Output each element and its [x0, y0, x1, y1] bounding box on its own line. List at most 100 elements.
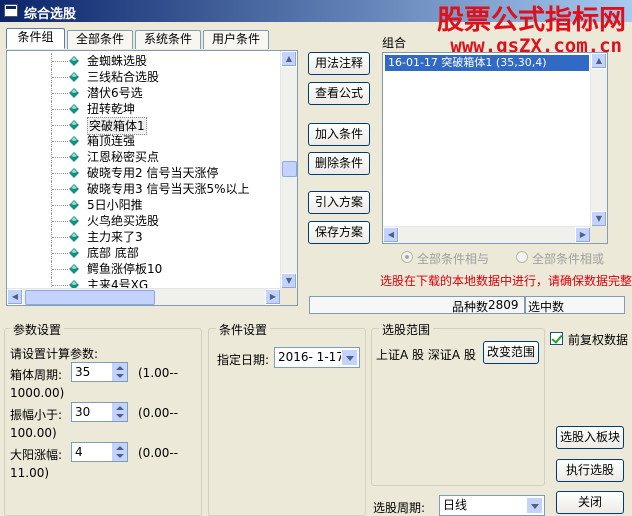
amplitude-range: (0.00--: [138, 406, 179, 420]
scroll-up-icon[interactable]: ▲: [591, 53, 607, 69]
period-value: 日线: [443, 498, 468, 512]
tree-list: 金蜘蛛选股 三线粘合选股 潜伏6号选 扭转乾坤 突破箱体1 箱顶连强 江恩秘密买点 破晓专用2…: [7, 51, 281, 289]
formula-gem-icon: [69, 184, 79, 194]
period-label: 选股周期:: [373, 501, 426, 515]
tree-item-label: 金蜘蛛选股: [87, 54, 148, 68]
tab-condition-group[interactable]: 条件组: [6, 28, 65, 49]
formula-gem-icon: [69, 120, 79, 130]
formula-gem-icon: [69, 152, 79, 162]
formula-gem-icon: [69, 200, 79, 210]
big-yang-spinner[interactable]: [111, 443, 127, 461]
restore-rights-checkbox[interactable]: [550, 332, 563, 345]
selected-count-label: 选中数: [528, 300, 565, 314]
scroll-down-icon[interactable]: ▼: [591, 211, 607, 227]
tree-item-label: 江恩秘密买点: [87, 150, 160, 164]
scroll-right-icon[interactable]: ▶: [575, 227, 591, 243]
add-condition-button[interactable]: 加入条件: [308, 123, 370, 146]
combo-horizontal-scrollbar[interactable]: ◀ ▶: [383, 226, 591, 243]
formula-gem-icon: [69, 264, 79, 274]
select-to-block-button[interactable]: 选股入板块: [556, 426, 624, 449]
params-title: 参数设置: [10, 321, 65, 338]
formula-gem-icon: [69, 136, 79, 146]
restore-rights-label: 前复权数据: [568, 333, 629, 347]
formula-gem-icon: [69, 72, 79, 82]
scroll-down-icon[interactable]: ▼: [281, 273, 297, 289]
box-period-spinner[interactable]: [111, 363, 127, 381]
condition-title: 条件设置: [216, 321, 271, 338]
delete-condition-button[interactable]: 删除条件: [308, 152, 370, 175]
combo-list-item[interactable]: 16-01-17 突破箱体1 (35,30,4): [385, 55, 589, 71]
all-and-label: 全部条件相与: [417, 252, 490, 266]
tree-item-label: 潜伏6号选: [87, 86, 143, 100]
tree-item-label: 主力来了3: [87, 230, 143, 244]
date-value: 2016- 1-17: [278, 350, 344, 364]
formula-gem-icon: [69, 56, 79, 66]
tree-item-label: 火鸟绝买选股: [87, 214, 160, 228]
range-title: 选股范围: [379, 321, 434, 338]
scroll-right-icon[interactable]: ▶: [265, 289, 281, 305]
formula-gem-icon: [69, 248, 79, 258]
formula-gem-icon: [69, 168, 79, 178]
usage-notes-button[interactable]: 用法注释: [308, 52, 370, 75]
combo-list[interactable]: 16-01-17 突破箱体1 (35,30,4) ▲ ▼ ◀ ▶: [382, 52, 608, 244]
tab-system-conditions[interactable]: 系统条件: [135, 30, 201, 49]
scroll-up-icon[interactable]: ▲: [281, 51, 297, 67]
scroll-thumb-horizontal[interactable]: [25, 290, 155, 305]
period-select[interactable]: 日线: [439, 495, 545, 516]
tree-item-label: 破晓专用3 信号当天涨5%以上: [87, 182, 250, 196]
tab-all-conditions[interactable]: 全部条件: [67, 30, 133, 49]
change-range-button[interactable]: 改变范围: [483, 341, 539, 364]
tree-item-label: 5日小阳推: [87, 198, 143, 212]
chevron-down-icon[interactable]: [341, 349, 358, 366]
formula-gem-icon: [69, 104, 79, 114]
variety-count-label: 品种数: [452, 300, 489, 314]
tree-horizontal-scrollbar[interactable]: ◀ ▶: [7, 288, 281, 305]
save-scheme-button[interactable]: 保存方案: [308, 221, 370, 244]
big-yang-range-end: 11.00): [10, 466, 50, 480]
range-text: 上证A 股 深证A 股: [376, 348, 476, 362]
scroll-thumb[interactable]: [282, 161, 297, 177]
scroll-left-icon[interactable]: ◀: [7, 289, 23, 305]
amplitude-label: 振幅小于:: [10, 408, 63, 422]
amplitude-spinner[interactable]: [111, 403, 127, 421]
scroll-corner: [590, 226, 607, 243]
date-picker[interactable]: 2016- 1-17: [274, 347, 360, 368]
watermark-site-name: 股票公式指标网: [437, 5, 626, 36]
tree-item-label: 鳄鱼涨停板10: [87, 262, 163, 276]
tree-item-label: 三线粘合选股: [87, 70, 160, 84]
condition-tree[interactable]: 金蜘蛛选股 三线粘合选股 潜伏6号选 扭转乾坤 突破箱体1 箱顶连强 江恩秘密买点 破晓专用2…: [6, 50, 298, 306]
all-or-radio[interactable]: [516, 251, 528, 263]
formula-gem-icon: [69, 216, 79, 226]
data-notice: 选股在下载的本地数据中进行，请确保数据完整: [380, 274, 632, 288]
box-period-range-end: 1000.00): [10, 386, 65, 400]
formula-gem-icon: [69, 88, 79, 98]
tree-item-label: 扭转乾坤: [87, 102, 136, 116]
date-label: 指定日期:: [217, 353, 270, 367]
scroll-left-icon[interactable]: ◀: [383, 227, 399, 243]
run-select-button[interactable]: 执行选股: [556, 459, 624, 482]
box-period-label: 箱体周期:: [10, 368, 63, 382]
variety-count-value: 2809: [488, 298, 519, 312]
box-period-range: (1.00--: [138, 366, 179, 380]
all-or-label: 全部条件相或: [532, 252, 605, 266]
view-formula-button[interactable]: 查看公式: [308, 82, 370, 105]
close-button[interactable]: 关闭: [556, 491, 624, 514]
all-and-radio[interactable]: [401, 251, 413, 263]
params-prompt: 请设置计算参数:: [10, 347, 99, 361]
window-title: 综合选股: [24, 7, 77, 22]
tree-vertical-scrollbar[interactable]: ▲ ▼: [280, 51, 297, 289]
big-yang-label: 大阳涨幅:: [10, 448, 63, 462]
combo-label: 组合: [382, 36, 407, 50]
big-yang-range: (0.00--: [138, 446, 179, 460]
tree-item-label: 底部 底部: [87, 246, 139, 260]
formula-gem-icon: [69, 232, 79, 242]
scroll-corner: [280, 288, 297, 305]
tab-user-conditions[interactable]: 用户条件: [203, 30, 269, 49]
combo-vertical-scrollbar[interactable]: ▲ ▼: [590, 53, 607, 227]
import-scheme-button[interactable]: 引入方案: [308, 191, 370, 214]
chevron-down-icon[interactable]: [526, 497, 543, 514]
tree-item-label: 箱顶连强: [87, 134, 136, 148]
tree-item-label: 破晓专用2 信号当天涨停: [87, 166, 219, 180]
amplitude-range-end: 100.00): [10, 426, 57, 440]
window-icon: [4, 4, 18, 17]
